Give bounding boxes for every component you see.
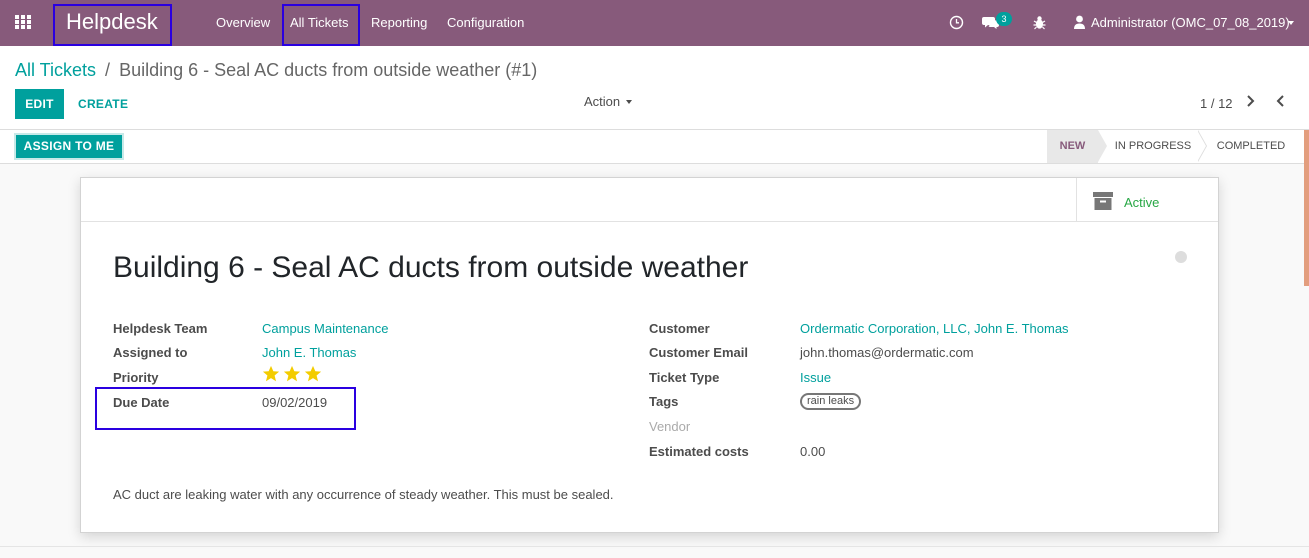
- action-label: Action: [584, 94, 621, 109]
- kanban-state-indicator[interactable]: [1175, 251, 1187, 263]
- customer-value[interactable]: Ordermatic Corporation, LLC, John E. Tho…: [800, 321, 1069, 336]
- stage-arrow: [1098, 130, 1107, 162]
- clock-icon[interactable]: [949, 15, 964, 30]
- archive-icon: [1093, 192, 1113, 210]
- menu-reporting[interactable]: Reporting: [371, 15, 427, 30]
- estimated-costs-value[interactable]: 0.00: [800, 444, 825, 459]
- app-brand[interactable]: Helpdesk: [66, 9, 158, 35]
- edit-button[interactable]: EDIT: [15, 89, 64, 119]
- pager-previous-icon[interactable]: [1274, 94, 1286, 108]
- assigned-to-value[interactable]: John E. Thomas: [262, 345, 356, 360]
- breadcrumb-current: Building 6 - Seal AC ducts from outside …: [119, 60, 538, 80]
- user-menu[interactable]: Administrator (OMC_07_08_2019): [1091, 15, 1290, 30]
- tag-rain-leaks[interactable]: rain leaks: [800, 393, 862, 410]
- pager-next-icon[interactable]: [1245, 94, 1257, 108]
- action-dropdown[interactable]: Action: [584, 94, 633, 109]
- menu-all-tickets[interactable]: All Tickets: [290, 15, 349, 30]
- vendor-label: Vendor: [649, 419, 691, 434]
- star-icon[interactable]: [283, 365, 301, 383]
- stage-in-progress[interactable]: IN PROGRESS: [1108, 130, 1198, 163]
- top-navbar: Helpdesk Overview All Tickets Reporting …: [0, 0, 1309, 46]
- pager-value[interactable]: 1 / 12: [1200, 96, 1233, 111]
- ticket-title[interactable]: Building 6 - Seal AC ducts from outside …: [113, 251, 748, 285]
- breadcrumb-all-tickets[interactable]: All Tickets: [15, 60, 96, 80]
- bug-icon[interactable]: [1033, 15, 1046, 30]
- helpdesk-team-value[interactable]: Campus Maintenance: [262, 321, 388, 336]
- form-statusbar: ASSIGN TO ME NEW IN PROGRESS COMPLETED: [0, 130, 1309, 164]
- button-box: Active: [81, 178, 1218, 222]
- customer-label: Customer: [649, 321, 710, 336]
- page-divider: [0, 546, 1309, 547]
- active-toggle-button[interactable]: Active: [1076, 178, 1218, 221]
- stage-new[interactable]: NEW: [1047, 130, 1098, 163]
- apps-grid-icon[interactable]: [15, 15, 32, 30]
- ticket-type-label: Ticket Type: [649, 370, 720, 385]
- user-icon[interactable]: [1073, 15, 1086, 30]
- messages-count-badge: 3: [996, 12, 1012, 26]
- priority-stars[interactable]: [262, 365, 325, 386]
- caret-down-icon[interactable]: [1288, 21, 1294, 25]
- ticket-description[interactable]: AC duct are leaking water with any occur…: [113, 487, 614, 502]
- customer-email-label: Customer Email: [649, 345, 748, 360]
- highlight-box-due-date: [95, 387, 356, 430]
- helpdesk-team-label: Helpdesk Team: [113, 321, 208, 336]
- create-button[interactable]: CREATE: [78, 97, 128, 111]
- stage-completed[interactable]: COMPLETED: [1208, 130, 1294, 163]
- star-icon[interactable]: [262, 365, 280, 383]
- star-icon[interactable]: [304, 365, 322, 383]
- active-label: Active: [1124, 195, 1160, 210]
- assigned-to-label: Assigned to: [113, 345, 188, 360]
- ticket-type-value[interactable]: Issue: [800, 370, 831, 385]
- scrollbar-thumb[interactable]: [1304, 130, 1309, 286]
- menu-configuration[interactable]: Configuration: [447, 15, 524, 30]
- estimated-costs-label: Estimated costs: [649, 444, 749, 459]
- stage-arrow: [1197, 130, 1206, 162]
- breadcrumb: All Tickets / Building 6 - Seal AC ducts…: [15, 60, 537, 81]
- action-caret-icon: [626, 100, 633, 104]
- priority-label: Priority: [113, 370, 159, 385]
- breadcrumb-separator: /: [105, 60, 111, 80]
- menu-overview[interactable]: Overview: [216, 15, 270, 30]
- assign-to-me-button[interactable]: ASSIGN TO ME: [14, 133, 124, 160]
- tags-label: Tags: [649, 394, 679, 409]
- control-panel: All Tickets / Building 6 - Seal AC ducts…: [0, 46, 1309, 130]
- customer-email-value[interactable]: john.thomas@ordermatic.com: [800, 345, 974, 360]
- form-sheet: Active Building 6 - Seal AC ducts from o…: [80, 177, 1219, 533]
